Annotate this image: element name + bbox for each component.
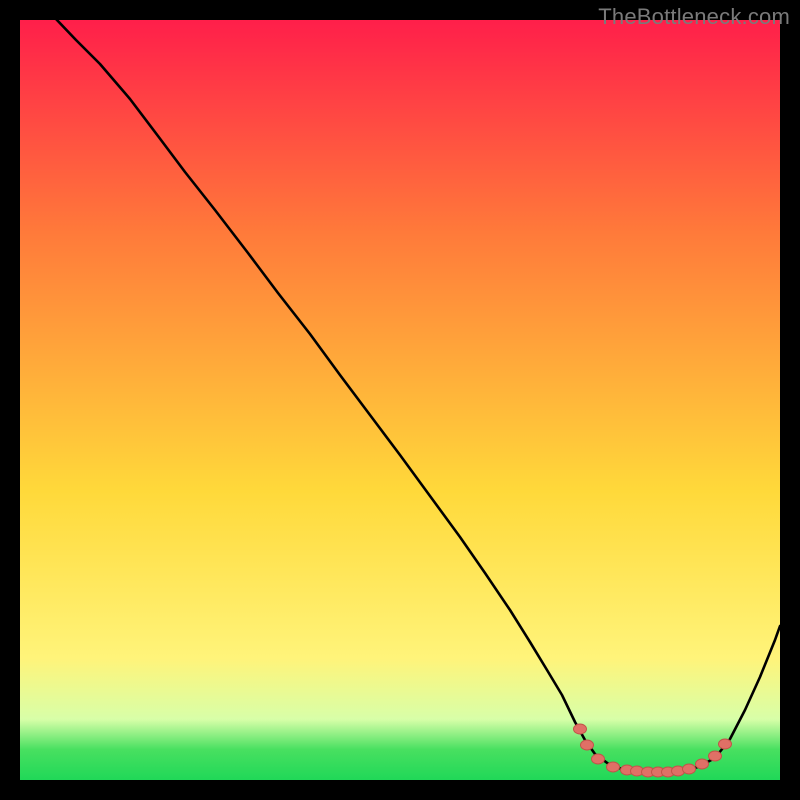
curve-marker xyxy=(592,754,605,764)
curve-marker xyxy=(581,740,594,750)
curve-marker xyxy=(719,739,732,749)
curve-layer xyxy=(20,20,780,780)
plot-area xyxy=(20,20,780,780)
watermark-text: TheBottleneck.com xyxy=(598,4,790,30)
curve-marker xyxy=(709,751,722,761)
chart-frame: TheBottleneck.com xyxy=(0,0,800,800)
curve-marker xyxy=(574,724,587,734)
curve-marker xyxy=(696,759,709,769)
curve-marker xyxy=(683,764,696,774)
bottleneck-curve xyxy=(56,20,780,772)
curve-markers xyxy=(574,724,732,777)
curve-marker xyxy=(607,762,620,772)
